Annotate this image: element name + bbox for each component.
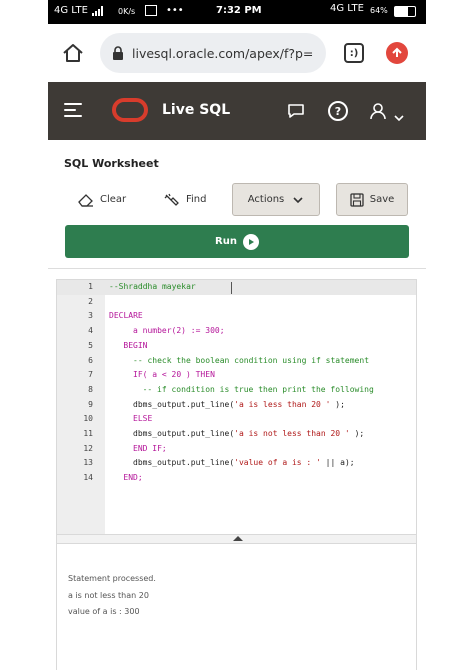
line-number: 6	[88, 355, 93, 365]
network-right: 4G LTE	[330, 3, 364, 14]
lock-icon	[113, 46, 123, 60]
line-number: 9	[88, 399, 93, 409]
run-button[interactable]: Run	[65, 225, 409, 258]
gallery-icon	[145, 5, 157, 16]
upload-icon[interactable]	[386, 42, 408, 64]
result-line: value of a is : 300	[68, 607, 140, 616]
app-header: Live SQL ?	[48, 82, 426, 140]
find-label: Find	[186, 194, 207, 205]
code-text: END IF;	[133, 443, 167, 453]
line-number: 1	[88, 282, 93, 291]
code-line: 12 END IF;	[57, 442, 416, 457]
help-icon[interactable]: ?	[328, 101, 348, 121]
battery-icon	[394, 6, 416, 17]
chevron-down-icon	[293, 196, 303, 203]
home-icon[interactable]	[62, 42, 84, 64]
code-line: 2	[57, 295, 416, 310]
clear-label: Clear	[100, 194, 127, 205]
save-label: Save	[369, 194, 395, 205]
code-line: 10 ELSE	[57, 412, 416, 427]
chevron-down-icon[interactable]	[394, 107, 404, 122]
result-line: Statement processed.	[68, 574, 156, 583]
code-line: 13 dbms_output.put_line('value of a is : …	[57, 456, 416, 471]
code-line: 3 DECLARE	[57, 309, 416, 324]
chat-icon[interactable]	[286, 101, 306, 121]
status-bar: 4G LTE 0K/s ••• 7:32 PM 4G LTE 64%	[48, 0, 426, 24]
code-line: 1 --Shraddha mayekar	[57, 280, 416, 295]
more-dots: •••	[166, 5, 184, 16]
flashlight-icon	[164, 193, 179, 206]
code-editor[interactable]: 1 --Shraddha mayekar 2 3 DECLARE 4 a number(2)…	[56, 279, 417, 535]
code-text: dbms_output.put_line('a is less than 20 …	[133, 399, 345, 409]
line-number: 2	[88, 296, 93, 306]
code-text: a number(2) := 300;	[133, 326, 225, 336]
url-text: livesql.oracle.com/apex/f?p=	[132, 45, 314, 61]
code-line: 11 dbms_output.put_line('a is not less th…	[57, 427, 416, 442]
code-line: 5 BEGIN	[57, 339, 416, 354]
collapse-arrow-icon[interactable]	[233, 536, 243, 541]
code-line: 6 -- check the boolean condition using if…	[57, 354, 416, 369]
clock: 7:32 PM	[216, 5, 262, 16]
eraser-icon	[78, 193, 93, 207]
line-number: 3	[88, 311, 93, 321]
line-number: 4	[88, 326, 93, 336]
run-label: Run	[215, 236, 237, 247]
actions-button[interactable]: Actions	[232, 183, 320, 216]
tab-count: :)	[349, 47, 359, 59]
results-panel: Statement processed. a is not less than …	[56, 543, 417, 670]
code-text: --Shraddha mayekar	[109, 282, 196, 291]
code-text: -- check the boolean condition using if …	[133, 355, 370, 365]
code-line: 9 dbms_output.put_line('a is less than 20…	[57, 398, 416, 413]
code-text: -- if condition is true then print the f…	[142, 384, 374, 394]
line-number: 11	[83, 429, 93, 438]
code-text: dbms_output.put_line('value of a is : ' …	[133, 458, 355, 468]
floppy-disk-icon	[350, 192, 364, 207]
result-line: a is not less than 20	[68, 591, 149, 600]
address-bar[interactable]: livesql.oracle.com/apex/f?p=	[100, 33, 326, 73]
line-number: 14	[83, 473, 93, 483]
page-title: SQL Worksheet	[64, 157, 159, 170]
code-text: DECLARE	[109, 311, 143, 321]
code-line: 8 -- if condition is true then print the …	[57, 383, 416, 398]
app-title: Live SQL	[162, 102, 231, 118]
help-glyph: ?	[334, 104, 342, 118]
line-number: 5	[88, 340, 93, 350]
code-text: BEGIN	[123, 340, 148, 350]
code-line: 14 END;	[57, 471, 416, 486]
line-number: 10	[83, 414, 93, 424]
line-number: 7	[88, 370, 93, 380]
line-number: 12	[83, 443, 93, 453]
network-left: 4G LTE	[54, 5, 88, 16]
code-text: IF( a < 20 ) THEN	[133, 370, 215, 380]
line-number: 8	[88, 384, 93, 394]
battery-percent: 64%	[370, 6, 388, 15]
find-button[interactable]: Find	[164, 183, 224, 216]
signal-icon	[92, 6, 104, 19]
tab-switcher-icon[interactable]: :)	[344, 43, 364, 63]
code-line: 4 a number(2) := 300;	[57, 324, 416, 339]
play-icon	[242, 233, 259, 250]
speed-indicator: 0K/s	[118, 7, 136, 16]
code-text: END;	[123, 473, 143, 483]
actions-label: Actions	[247, 194, 285, 205]
save-button[interactable]: Save	[336, 183, 408, 216]
clear-button[interactable]: Clear	[78, 183, 138, 216]
line-number: 13	[83, 458, 93, 468]
oracle-logo	[112, 98, 148, 122]
menu-icon[interactable]	[64, 103, 82, 117]
user-icon[interactable]	[368, 101, 388, 121]
code-line: 7 IF( a < 20 ) THEN	[57, 368, 416, 383]
divider	[48, 268, 426, 269]
browser-toolbar: livesql.oracle.com/apex/f?p= :)	[48, 24, 426, 82]
pane-splitter[interactable]	[56, 535, 417, 543]
code-text: ELSE	[133, 414, 153, 424]
phone-screen: 4G LTE 0K/s ••• 7:32 PM 4G LTE 64% lives…	[48, 0, 426, 670]
code-text: dbms_output.put_line('a is not less than…	[133, 429, 365, 438]
